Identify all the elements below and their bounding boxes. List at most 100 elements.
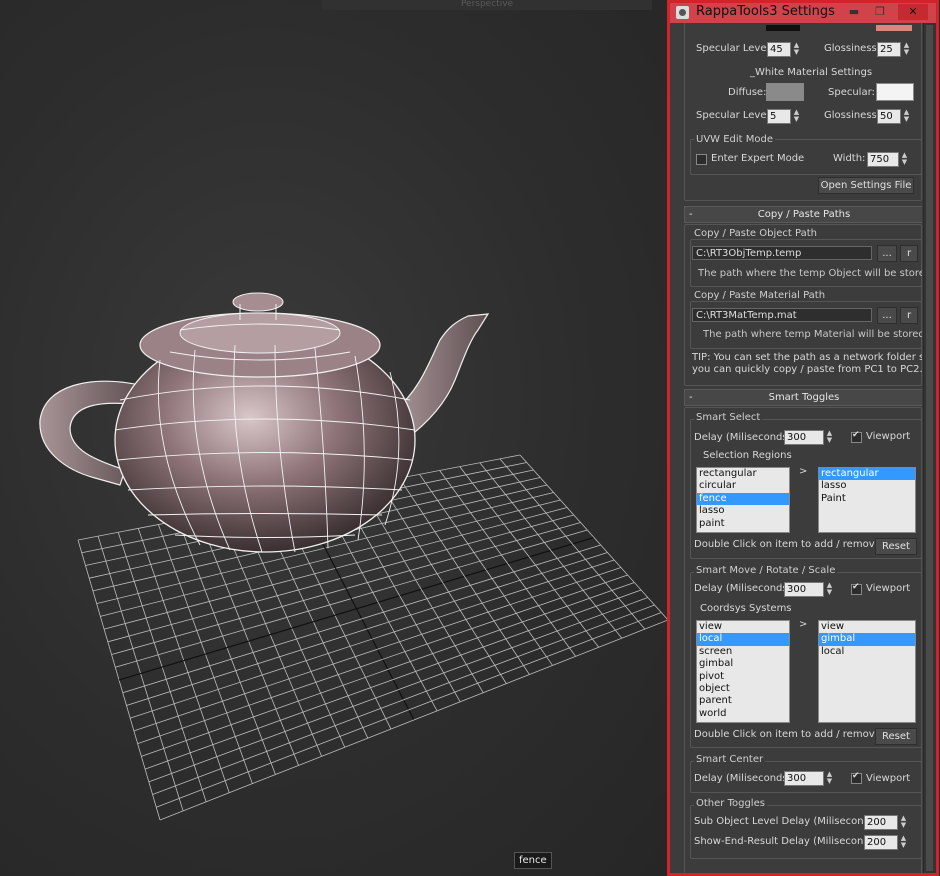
collapse-icon[interactable]: - xyxy=(689,390,693,405)
list-item[interactable]: pivot xyxy=(697,671,789,683)
list-item[interactable]: fence xyxy=(697,492,789,506)
collapse-icon[interactable]: - xyxy=(689,207,693,222)
selection-regions-chosen-list[interactable]: rectangular lasso Paint xyxy=(818,467,916,533)
list-item[interactable]: local xyxy=(697,633,789,646)
sub-object-delay-value[interactable]: 200 xyxy=(864,815,898,830)
list-item[interactable]: parent xyxy=(697,695,789,707)
list-item[interactable]: lasso xyxy=(697,505,789,517)
coordsys-title: Coordsys Systems xyxy=(700,603,792,614)
title-bar[interactable]: RappaTools3 Settings ▬ ❐ ✕ xyxy=(670,3,936,23)
list-item[interactable]: rectangular xyxy=(819,468,915,481)
spinner-arrows-icon[interactable]: ▲ ▼ xyxy=(900,152,909,167)
smart-move-viewport-checkbox[interactable] xyxy=(851,582,862,595)
show-end-delay-value[interactable]: 200 xyxy=(864,835,898,850)
show-end-delay-spinner[interactable]: 200 ▲ ▼ xyxy=(864,835,910,850)
smart-move-delay-spinner[interactable]: 300 ▲ ▼ xyxy=(784,582,832,597)
spinner-arrows-icon[interactable]: ▲ ▼ xyxy=(792,109,801,124)
expert-mode-checkbox[interactable] xyxy=(696,154,707,165)
smart-center-delay-label: Delay (Miliseconds) xyxy=(694,773,792,784)
tip-line-2: you can quickly copy / paste from PC1 to… xyxy=(692,364,922,375)
white-specular-level-spinner[interactable]: 5 ▲ ▼ xyxy=(767,109,803,124)
spinner-arrows-icon[interactable]: ▲ ▼ xyxy=(899,835,908,850)
list-item[interactable]: circular xyxy=(697,480,789,492)
white-specular-level-value[interactable]: 5 xyxy=(767,109,791,124)
list-item[interactable]: gimbal xyxy=(697,658,789,670)
close-button[interactable]: ✕ xyxy=(898,4,928,20)
diffuse-color-swatch[interactable] xyxy=(766,83,804,101)
app-icon xyxy=(676,6,689,19)
scrollbar-thumb[interactable] xyxy=(926,25,933,871)
selection-regions-available-list[interactable]: rectangular circular fence lasso paint xyxy=(696,467,790,533)
spinner-arrows-icon[interactable]: ▲ ▼ xyxy=(825,430,834,445)
smart-select-delay-label: Delay (Miliseconds) xyxy=(694,432,792,443)
list-item[interactable]: view xyxy=(697,621,789,633)
spinner-arrows-icon[interactable]: ▲ ▼ xyxy=(902,109,911,124)
specular-color-swatch[interactable] xyxy=(876,83,914,101)
smart-move-delay-value[interactable]: 300 xyxy=(784,582,824,597)
list-item[interactable]: paint xyxy=(697,518,789,530)
copy-paste-rollout-header[interactable]: - Copy / Paste Paths xyxy=(684,206,922,223)
list-item[interactable]: local xyxy=(819,646,915,658)
smart-center-delay-value[interactable]: 300 xyxy=(784,771,824,786)
white-glossiness-spinner[interactable]: 50 ▲ ▼ xyxy=(877,109,913,124)
list-item[interactable]: gimbal xyxy=(819,633,915,646)
spinner-arrows-icon[interactable]: ▲ ▼ xyxy=(825,582,834,597)
list-item[interactable]: screen xyxy=(697,646,789,658)
perspective-viewport[interactable]: Perspective fence xyxy=(0,0,668,876)
viewport-scene xyxy=(39,292,668,821)
top-specular-level-value[interactable]: 45 xyxy=(767,42,791,57)
list-item[interactable]: rectangular xyxy=(697,468,789,480)
smart-center-viewport-checkbox[interactable] xyxy=(851,771,862,784)
coordsys-chosen-list[interactable]: view gimbal local xyxy=(818,620,916,723)
settings-content: Specular Level: 45 ▲ ▼ Glossiness: 25 ▲ ▼ … xyxy=(670,23,922,873)
open-settings-file-button[interactable]: Open Settings File xyxy=(818,177,914,194)
width-value[interactable]: 750 xyxy=(867,152,899,167)
list-item[interactable]: Paint xyxy=(819,493,915,505)
sub-object-delay-spinner[interactable]: 200 ▲ ▼ xyxy=(864,815,910,830)
smart-select-delay-value[interactable]: 300 xyxy=(784,430,824,445)
spinner-arrows-icon[interactable]: ▲ ▼ xyxy=(792,42,801,57)
object-browse-button[interactable]: ... xyxy=(877,245,897,262)
teapot-model xyxy=(39,292,490,553)
top-diffuse-swatch[interactable] xyxy=(766,25,800,31)
object-path-input[interactable]: C:\RT3ObjTemp.temp xyxy=(692,246,872,260)
smart-select-viewport-checkbox[interactable] xyxy=(851,430,862,443)
move-arrow-icon: > xyxy=(799,619,808,630)
list-item[interactable]: lasso xyxy=(819,480,915,492)
top-specular-level-spinner[interactable]: 45 ▲ ▼ xyxy=(767,42,803,57)
smart-toggles-rollout-header[interactable]: - Smart Toggles xyxy=(684,389,922,406)
spinner-arrows-icon[interactable]: ▲ ▼ xyxy=(902,42,911,57)
dialog-scrollbar[interactable] xyxy=(923,23,936,873)
smart-move-title: Smart Move / Rotate / Scale xyxy=(694,565,838,576)
smart-center-delay-spinner[interactable]: 300 ▲ ▼ xyxy=(784,771,832,786)
list-item[interactable]: object xyxy=(697,683,789,695)
top-specular-level-label: Specular Level: xyxy=(696,43,773,54)
material-path-group-title: Copy / Paste Material Path xyxy=(694,290,826,301)
spinner-arrows-icon[interactable]: ▲ ▼ xyxy=(899,815,908,830)
smart-select-delay-spinner[interactable]: 300 ▲ ▼ xyxy=(784,430,832,445)
material-path-input[interactable]: C:\RT3MatTemp.mat xyxy=(692,308,872,322)
smart-move-delay-label: Delay (Miliseconds) xyxy=(694,583,792,594)
white-specular-level-label: Specular Level: xyxy=(696,110,773,121)
white-glossiness-label: Glossiness: xyxy=(824,110,881,121)
smart-select-reset-button[interactable]: Reset xyxy=(875,538,917,555)
width-spinner[interactable]: 750 ▲ ▼ xyxy=(867,152,912,167)
top-specular-swatch[interactable] xyxy=(876,25,912,31)
maximize-button[interactable]: ❐ xyxy=(868,4,892,20)
material-reset-button[interactable]: r xyxy=(900,307,918,324)
coordsys-available-list[interactable]: view local screen gimbal pivot object parent wo… xyxy=(696,620,790,723)
top-glossiness-value[interactable]: 25 xyxy=(877,42,901,57)
spinner-arrows-icon[interactable]: ▲ ▼ xyxy=(825,771,834,786)
diffuse-label: Diffuse: xyxy=(728,87,767,98)
list-item[interactable]: world xyxy=(697,708,789,720)
smart-move-reset-button[interactable]: Reset xyxy=(875,728,917,745)
material-browse-button[interactable]: ... xyxy=(877,307,897,324)
white-glossiness-value[interactable]: 50 xyxy=(877,109,901,124)
top-glossiness-spinner[interactable]: 25 ▲ ▼ xyxy=(877,42,913,57)
object-path-description: The path where the temp Object will be s… xyxy=(698,268,922,279)
top-glossiness-label: Glossiness: xyxy=(824,43,881,54)
object-reset-button[interactable]: r xyxy=(900,245,918,262)
minimize-button[interactable]: ▬ xyxy=(842,4,866,20)
list-item[interactable]: view xyxy=(819,621,915,633)
expert-mode-label: Enter Expert Mode xyxy=(711,153,805,164)
